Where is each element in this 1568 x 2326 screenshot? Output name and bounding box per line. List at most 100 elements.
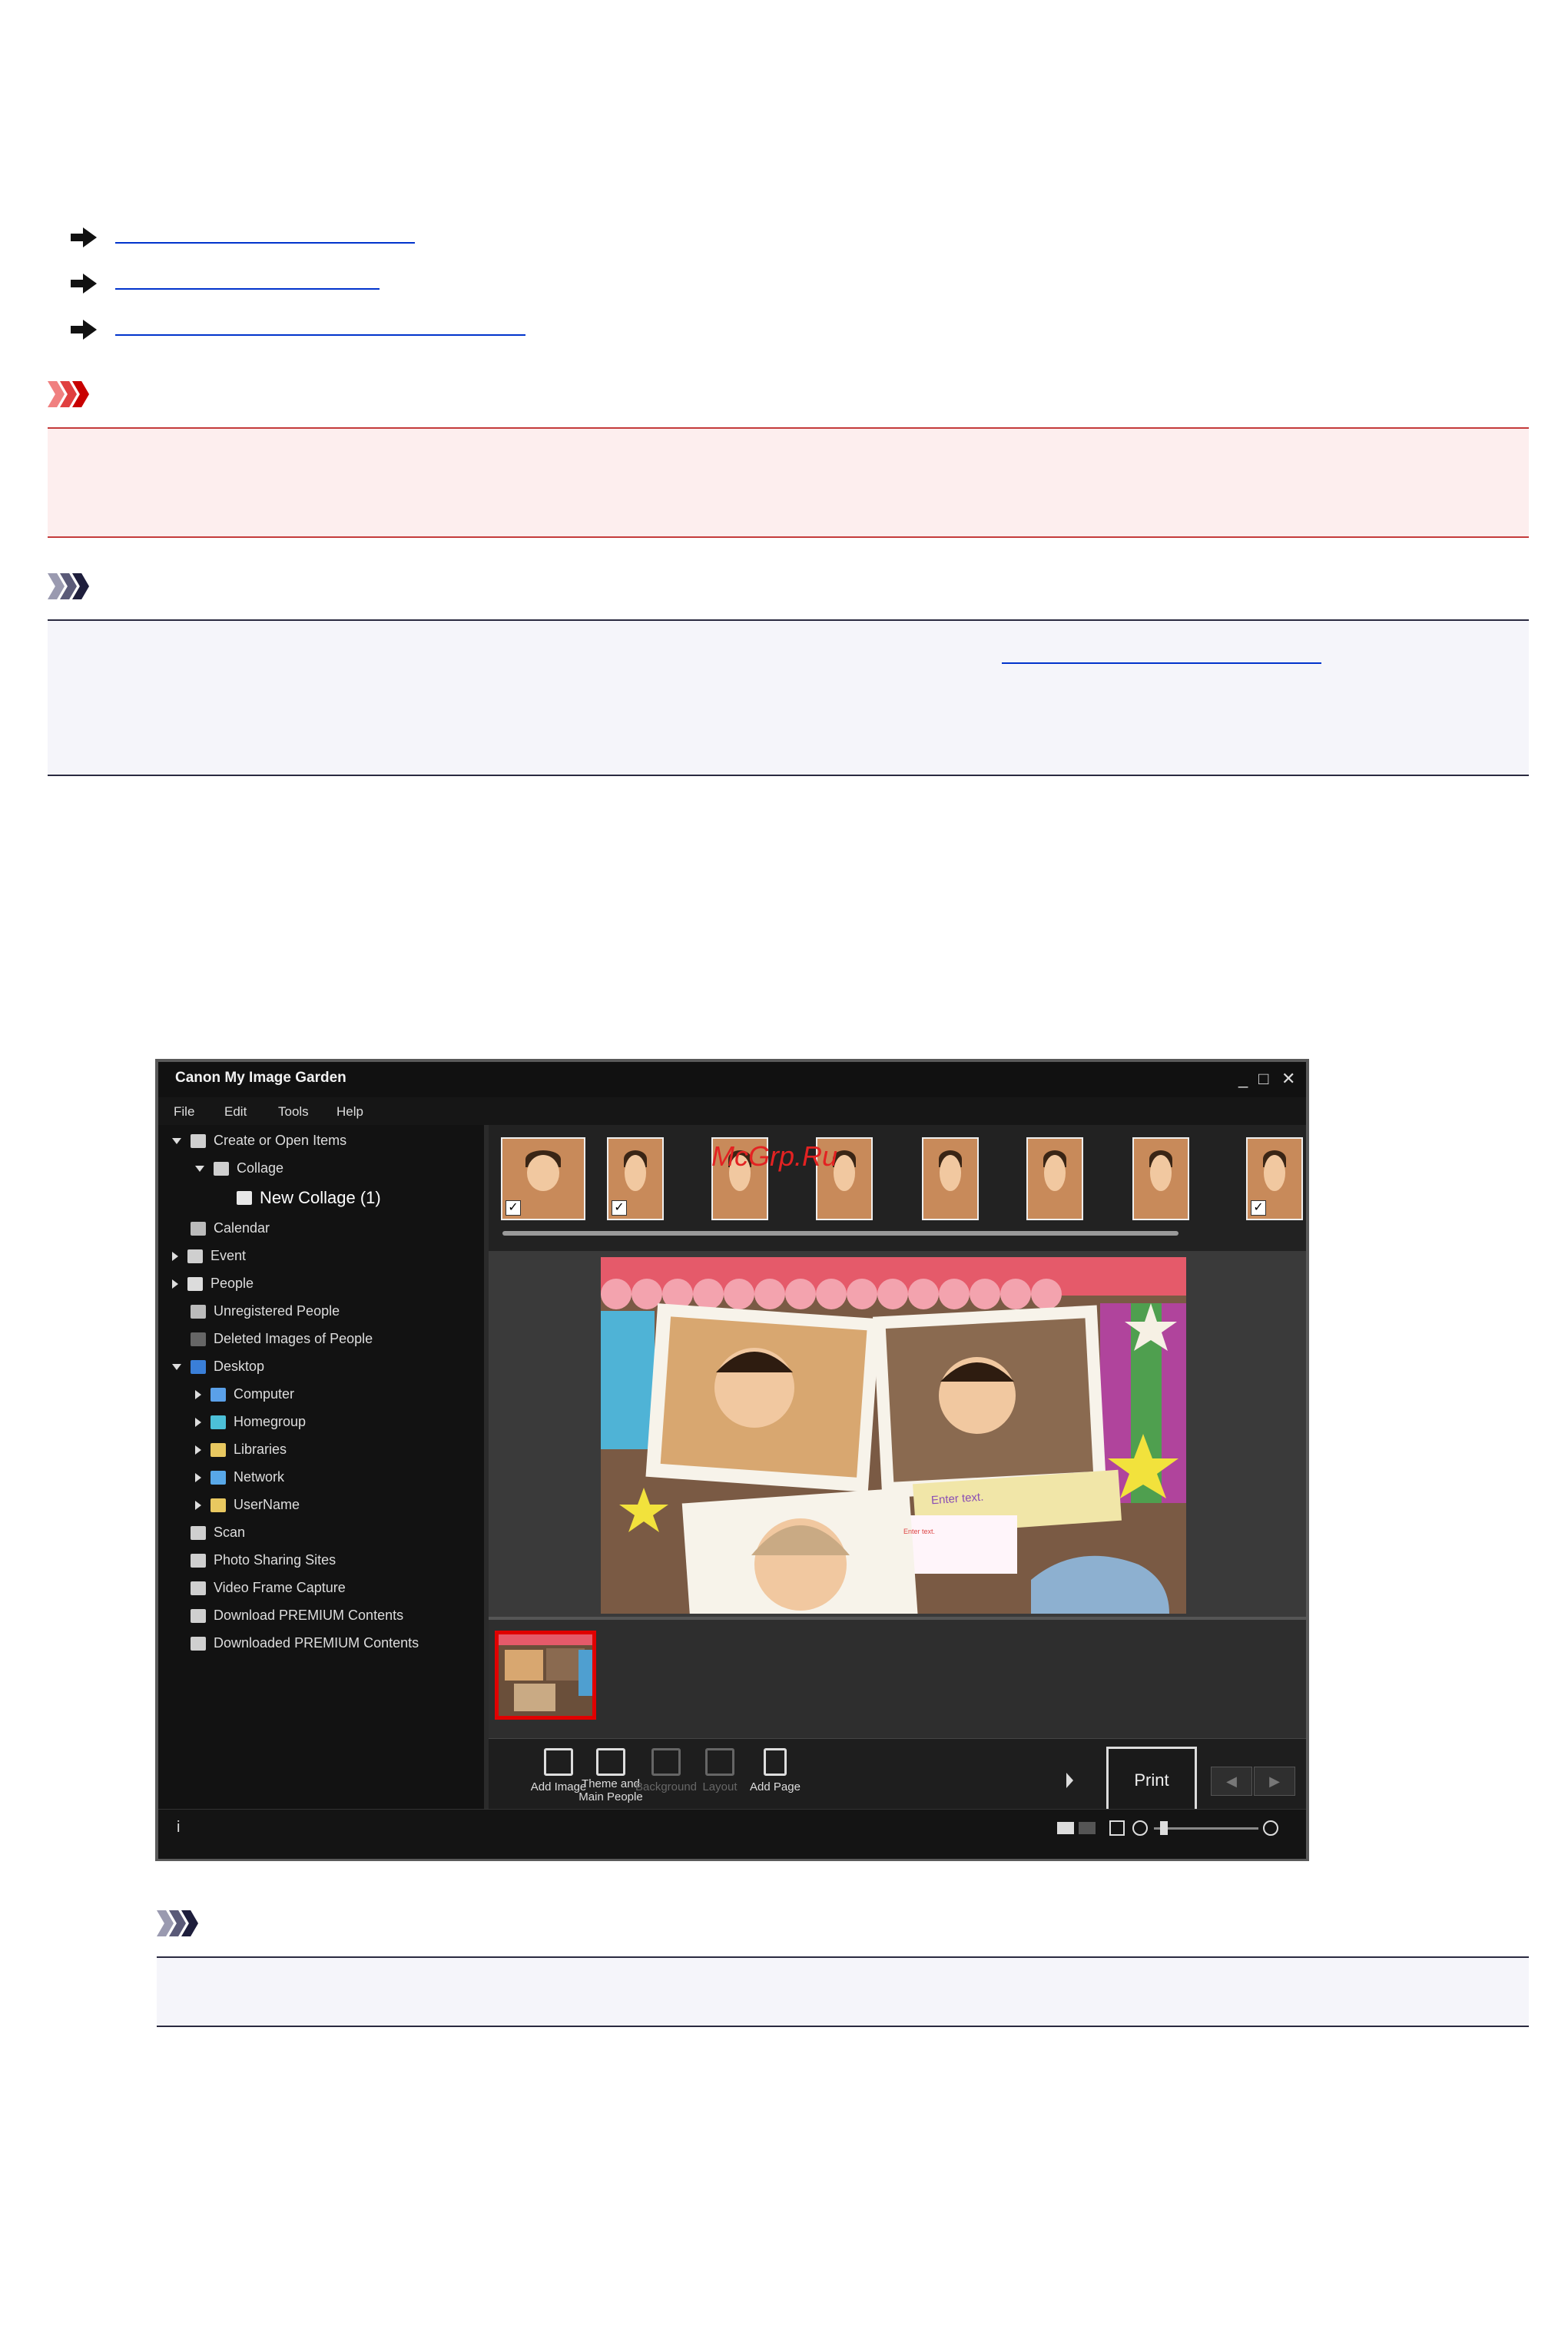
page-thumbnail-panel: [489, 1617, 1306, 1738]
sidebar-item-label: Downloaded PREMIUM Contents: [214, 1635, 419, 1651]
canvas-text-placeholder-2[interactable]: Enter text.: [903, 1528, 935, 1535]
collapsed-arrow-icon[interactable]: [195, 1500, 201, 1510]
link-row-2[interactable]: [71, 274, 380, 294]
arrow-right-icon: [71, 274, 97, 294]
expanded-arrow-icon[interactable]: [172, 1363, 181, 1370]
sidebar-item-label: Unregistered People: [214, 1303, 340, 1319]
sidebar-item-label: Download PREMIUM Contents: [214, 1608, 404, 1623]
arrow-right-icon: [71, 227, 97, 247]
sidebar-item[interactable]: Scan: [172, 1525, 245, 1541]
view-mode-icon[interactable]: [1057, 1822, 1074, 1834]
menu-bar: File Edit Tools Help: [158, 1097, 1306, 1126]
link-row-3[interactable]: [71, 320, 525, 340]
collage-canvas[interactable]: Enter text. Enter text.: [601, 1257, 1186, 1614]
sidebar-item[interactable]: People: [172, 1276, 254, 1292]
strip-thumbnail[interactable]: [1026, 1137, 1083, 1220]
menu-tools[interactable]: Tools: [278, 1104, 309, 1120]
link-underline[interactable]: [115, 242, 415, 244]
sidebar-item[interactable]: Create or Open Items: [172, 1133, 346, 1149]
maximize-button[interactable]: □: [1258, 1070, 1268, 1088]
collapsed-arrow-icon[interactable]: [195, 1417, 201, 1427]
main-area: McGrp.Ru ✓ ✓ ✓ Enter text. Enter text. A…: [489, 1125, 1306, 1814]
link-underline[interactable]: [115, 334, 525, 336]
zoom-out-icon[interactable]: [1132, 1820, 1148, 1836]
create-icon: [191, 1133, 206, 1148]
network-icon: [211, 1470, 226, 1485]
sidebar-item-label: UserName: [234, 1497, 300, 1512]
sidebar-item-label: New Collage (1): [260, 1188, 381, 1207]
prev-page-button[interactable]: ◀: [1211, 1767, 1252, 1796]
libraries-icon: [211, 1442, 226, 1457]
important-icon: [48, 381, 89, 407]
toolbar-expand-arrow[interactable]: [1066, 1773, 1073, 1788]
print-button[interactable]: Print: [1106, 1747, 1197, 1814]
collapsed-arrow-icon[interactable]: [172, 1251, 178, 1261]
expanded-arrow-icon[interactable]: [172, 1137, 181, 1144]
sidebar-item[interactable]: UserName: [195, 1497, 300, 1513]
sidebar-item[interactable]: Calendar: [172, 1220, 270, 1236]
sidebar-item[interactable]: Download PREMIUM Contents: [172, 1608, 403, 1624]
sidebar-item[interactable]: Desktop: [172, 1359, 264, 1375]
note-icon: [48, 573, 89, 599]
minimize-button[interactable]: _: [1238, 1070, 1248, 1088]
note-icon: [157, 1910, 198, 1936]
sidebar-item[interactable]: Homegroup: [195, 1414, 306, 1430]
sidebar-item-label: Scan: [214, 1525, 246, 1540]
photo-detail: [940, 1154, 961, 1191]
zoom-in-icon[interactable]: [1263, 1820, 1278, 1836]
checkbox-checked-icon[interactable]: ✓: [1251, 1200, 1266, 1216]
event-icon: [187, 1249, 203, 1263]
collapsed-arrow-icon[interactable]: [195, 1472, 201, 1482]
sidebar-item-label: Calendar: [214, 1220, 270, 1236]
sidebar-item[interactable]: Libraries: [195, 1442, 287, 1458]
expanded-arrow-icon[interactable]: [195, 1165, 204, 1172]
collapsed-arrow-icon[interactable]: [172, 1279, 178, 1289]
sidebar-item[interactable]: New Collage (1): [218, 1188, 381, 1208]
sidebar-item[interactable]: Computer: [195, 1386, 294, 1402]
downloaded-icon: [191, 1636, 206, 1651]
sidebar-item[interactable]: Video Frame Capture: [172, 1580, 346, 1596]
sidebar-item[interactable]: Photo Sharing Sites: [172, 1552, 336, 1568]
zoom-slider[interactable]: [1154, 1821, 1258, 1835]
strip-thumbnail[interactable]: [1132, 1137, 1189, 1220]
sidebar-item[interactable]: Downloaded PREMIUM Contents: [172, 1635, 419, 1651]
close-button[interactable]: ✕: [1281, 1070, 1295, 1088]
strip-thumbnail[interactable]: ✓: [607, 1137, 664, 1220]
sidebar-item[interactable]: Collage: [195, 1160, 283, 1176]
sidebar-item-label: Photo Sharing Sites: [214, 1552, 336, 1568]
strip-thumbnail[interactable]: ✓: [1246, 1137, 1303, 1220]
photo-detail: [526, 1154, 560, 1191]
info-icon[interactable]: i: [177, 1819, 180, 1837]
sidebar-item-label: Network: [234, 1469, 285, 1485]
sidebar-item[interactable]: Deleted Images of People: [172, 1331, 373, 1347]
menu-edit[interactable]: Edit: [224, 1104, 247, 1120]
image-strip: McGrp.Ru ✓ ✓ ✓: [489, 1125, 1306, 1251]
theme-people-icon: [596, 1748, 625, 1776]
photo-detail: [625, 1154, 646, 1191]
sidebar-item[interactable]: Network: [195, 1469, 284, 1485]
collapsed-arrow-icon[interactable]: [195, 1389, 201, 1399]
collapsed-arrow-icon[interactable]: [195, 1445, 201, 1455]
link-underline[interactable]: [115, 288, 380, 290]
note-inline-link[interactable]: [1002, 662, 1321, 664]
link-row-1[interactable]: [71, 227, 415, 247]
page-thumbnail-selected[interactable]: [495, 1631, 596, 1720]
menu-help[interactable]: Help: [336, 1104, 363, 1120]
fit-to-window-icon[interactable]: [1109, 1820, 1125, 1836]
checkbox-checked-icon[interactable]: ✓: [506, 1200, 521, 1216]
next-page-button[interactable]: ▶: [1254, 1767, 1295, 1796]
calendar-icon: [191, 1221, 206, 1236]
strip-thumbnail[interactable]: [922, 1137, 979, 1220]
zoom-slider-thumb[interactable]: [1160, 1821, 1168, 1835]
checkbox-checked-icon[interactable]: ✓: [612, 1200, 627, 1216]
collage-icon: [214, 1161, 229, 1176]
strip-scrollbar[interactable]: [502, 1231, 1178, 1236]
deleted-people-icon: [191, 1332, 206, 1346]
menu-file[interactable]: File: [174, 1104, 194, 1120]
sidebar-item[interactable]: Unregistered People: [172, 1303, 340, 1319]
sidebar-item[interactable]: Event: [172, 1248, 246, 1264]
strip-thumbnail[interactable]: ✓: [501, 1137, 585, 1220]
view-mode-alt-icon[interactable]: [1079, 1822, 1096, 1834]
layout-icon: [705, 1748, 734, 1776]
add-page-button[interactable]: Add Page: [733, 1748, 817, 1793]
